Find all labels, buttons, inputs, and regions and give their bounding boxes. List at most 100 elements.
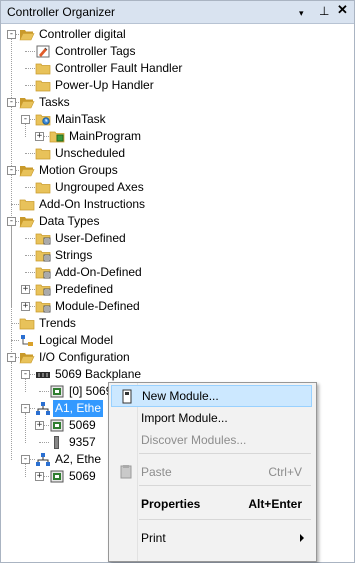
menu-item-paste[interactable]: Paste Ctrl+V — [111, 461, 312, 483]
backplane-icon — [35, 367, 51, 382]
tree-node-label: Tasks — [39, 95, 70, 109]
tree-node-label: 9357 — [69, 435, 96, 449]
tree-node[interactable]: Power-Up Handler — [1, 77, 351, 94]
tree-node-label: Logical Model — [39, 333, 114, 347]
menu-separator — [139, 485, 311, 486]
tree-node[interactable]: Controller Fault Handler — [1, 60, 351, 77]
tree-node-label: MainProgram — [69, 129, 142, 143]
logical-model-icon — [19, 333, 35, 348]
tree-node-label: 5069 — [69, 469, 96, 483]
tree-node[interactable]: Ungrouped Axes — [1, 179, 351, 196]
tree-node[interactable]: + Module-Defined — [1, 298, 351, 315]
tree-node-label: Motion Groups — [39, 163, 118, 177]
folder-icon — [19, 197, 35, 212]
menu-item-shortcut: Ctrl+V — [268, 465, 302, 479]
tree-node[interactable]: Strings — [1, 247, 351, 264]
datatype-icon — [35, 265, 51, 280]
tree-node[interactable]: - Data Types — [1, 213, 351, 230]
folder-icon — [19, 316, 35, 331]
tree-node[interactable]: Controller Tags — [1, 43, 351, 60]
folder-open-icon — [19, 95, 35, 110]
tags-icon — [35, 44, 51, 59]
tree-node[interactable]: - Motion Groups — [1, 162, 351, 179]
tree-node[interactable]: - I/O Configuration — [1, 349, 351, 366]
tree-node-label: Predefined — [55, 282, 114, 296]
collapse-icon[interactable]: - — [7, 217, 16, 226]
collapse-icon[interactable]: - — [7, 353, 16, 362]
tree-node-label: User-Defined — [55, 231, 126, 245]
datatype-icon — [35, 231, 51, 246]
panel-titlebar: Controller Organizer ▾ ⊥ ✕ — [1, 1, 354, 24]
menu-item-shortcut: Alt+Enter — [248, 497, 302, 511]
tree-node-label: A1, Ethe — [53, 400, 104, 417]
folder-open-icon — [19, 163, 35, 178]
expand-icon[interactable]: + — [21, 302, 30, 311]
program-icon — [49, 129, 65, 144]
tree-node-label: Data Types — [39, 214, 100, 228]
network-icon — [35, 401, 51, 416]
datatype-icon — [35, 248, 51, 263]
tree-node-label: Module-Defined — [55, 299, 140, 313]
menu-item-new-module[interactable]: New Module... — [111, 385, 312, 407]
module-icon — [49, 418, 65, 433]
network-icon — [35, 452, 51, 467]
menu-item-label: Discover Modules... — [141, 433, 247, 447]
tree-node[interactable]: - Tasks — [1, 94, 351, 111]
folder-open-icon — [19, 214, 35, 229]
collapse-icon[interactable]: - — [7, 30, 16, 39]
tree-node-label: Ungrouped Axes — [55, 180, 144, 194]
folder-open-icon — [19, 27, 35, 42]
tree-node-label: Controller digital — [39, 27, 126, 41]
tree-node-label: Trends — [39, 316, 76, 330]
tree-node[interactable]: Add-On Instructions — [1, 196, 351, 213]
tree-node[interactable]: - 5069 Backplane — [1, 366, 351, 383]
tree-node[interactable]: - Controller digital — [1, 26, 351, 43]
menu-item-label: Import Module... — [141, 411, 228, 425]
tree-node[interactable]: User-Defined — [1, 230, 351, 247]
expand-icon[interactable]: + — [35, 132, 44, 141]
submenu-arrow-icon — [300, 534, 304, 542]
device-icon — [49, 435, 65, 450]
menu-item-label: New Module... — [142, 389, 219, 403]
tree-node[interactable]: + MainProgram — [1, 128, 351, 145]
tree-node-label: I/O Configuration — [39, 350, 130, 364]
paste-icon — [119, 464, 133, 479]
tree-node-label: Controller Tags — [55, 44, 136, 58]
menu-item-import-module[interactable]: Import Module... — [111, 407, 312, 429]
tree-node-label: Power-Up Handler — [55, 78, 154, 92]
datatype-icon — [35, 299, 51, 314]
menu-separator — [139, 453, 311, 454]
menu-item-properties[interactable]: Properties Alt+Enter — [111, 493, 312, 515]
folder-icon — [35, 61, 51, 76]
collapse-icon[interactable]: - — [21, 455, 30, 464]
tree-node-label: MainTask — [55, 112, 106, 126]
tree-node-label: Controller Fault Handler — [55, 61, 183, 75]
tree-node[interactable]: Unscheduled — [1, 145, 351, 162]
tree-node[interactable]: Logical Model — [1, 332, 351, 349]
menu-item-discover-modules[interactable]: Discover Modules... — [111, 429, 312, 451]
dropdown-icon[interactable]: ▾ — [299, 6, 304, 20]
collapse-icon[interactable]: - — [21, 404, 30, 413]
collapse-icon[interactable]: - — [21, 370, 30, 379]
tree-node[interactable]: - MainTask — [1, 111, 351, 128]
collapse-icon[interactable]: - — [21, 115, 30, 124]
new-module-icon — [120, 389, 134, 404]
context-menu: New Module... Import Module... Discover Mo… — [108, 382, 317, 562]
datatype-icon — [35, 282, 51, 297]
pin-icon[interactable]: ⊥ — [319, 4, 329, 18]
tree-node-label: A2, Ethe — [55, 452, 102, 466]
tree-node[interactable]: Trends — [1, 315, 351, 332]
tree-node[interactable]: Add-On-Defined — [1, 264, 351, 281]
expand-icon[interactable]: + — [21, 285, 30, 294]
tree-node-label: Add-On Instructions — [39, 197, 146, 211]
menu-item-print[interactable]: Print — [111, 527, 312, 549]
expand-icon[interactable]: + — [35, 421, 44, 430]
tree-node-label: Strings — [55, 248, 93, 262]
collapse-icon[interactable]: - — [7, 98, 16, 107]
tree-node[interactable]: + Predefined — [1, 281, 351, 298]
close-icon[interactable]: ✕ — [337, 3, 348, 17]
expand-icon[interactable]: + — [35, 472, 44, 481]
collapse-icon[interactable]: - — [7, 166, 16, 175]
tree-node-label: 5069 Backplane — [55, 367, 142, 381]
task-icon — [35, 112, 51, 127]
